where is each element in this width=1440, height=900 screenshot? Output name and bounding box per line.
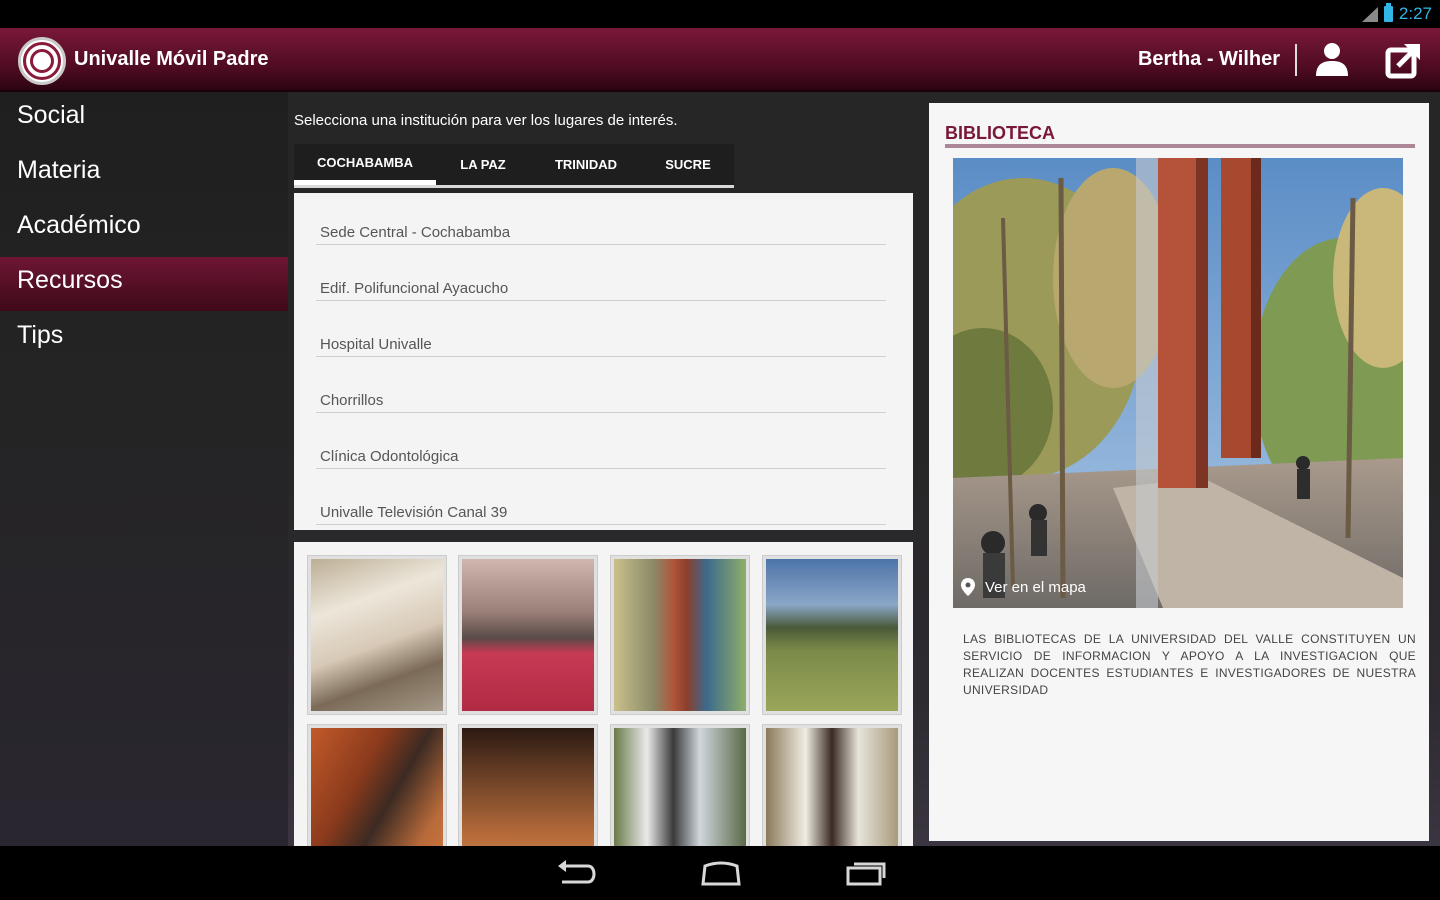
library-photo (953, 158, 1403, 608)
gallery-thumb[interactable] (763, 725, 901, 846)
place-detail-card: BIBLIOTECA Ver en el mapa LAS BIBLIOTECA… (929, 103, 1429, 841)
detail-description: LAS BIBLIOTECAS DE LA UNIVERSIDAD DEL VA… (963, 632, 1416, 697)
tab-la-paz[interactable]: LA PAZ (436, 144, 530, 185)
recent-apps-icon[interactable] (842, 858, 890, 888)
sidebar: Social Materia Académico Recursos Tips (0, 92, 288, 846)
gallery-thumb[interactable] (763, 556, 901, 714)
tab-cochabamba[interactable]: COCHABAMBA (294, 144, 436, 185)
gallery-thumb[interactable] (611, 556, 749, 714)
city-tabs: COCHABAMBA LA PAZ TRINIDAD SUCRE (294, 144, 734, 188)
univalle-logo[interactable] (18, 37, 66, 85)
status-bar: 2:27 (0, 0, 1440, 28)
list-item[interactable]: Univalle Televisión Canal 39 (316, 469, 886, 525)
gallery-thumb[interactable] (611, 725, 749, 846)
app-title: Univalle Móvil Padre (74, 48, 269, 70)
list-item[interactable]: Edif. Polifuncional Ayacucho (316, 245, 886, 301)
sidebar-item-social[interactable]: Social (0, 92, 288, 146)
list-item[interactable]: Sede Central - Cochabamba (316, 193, 886, 245)
home-icon[interactable] (697, 858, 745, 888)
detail-title: BIBLIOTECA (945, 123, 1055, 143)
gallery-thumb[interactable] (308, 725, 446, 846)
toolbar-divider (1295, 44, 1297, 76)
exit-app-icon[interactable] (1384, 40, 1424, 80)
place-photo: Ver en el mapa (953, 158, 1403, 608)
back-icon[interactable] (554, 858, 602, 888)
person-icon[interactable] (1312, 40, 1352, 80)
status-time: 2:27 (1398, 4, 1432, 23)
user-name: Bertha - Wilher (1137, 48, 1280, 70)
list-item[interactable]: Clínica Odontológica (316, 413, 886, 469)
places-list[interactable]: Sede Central - Cochabamba Edif. Polifunc… (294, 193, 913, 530)
sidebar-item-recursos[interactable]: Recursos (0, 257, 288, 311)
instruction-text: Selecciona una institución para ver los … (294, 112, 678, 129)
tab-trinidad[interactable]: TRINIDAD (530, 144, 642, 185)
title-underline (945, 144, 1415, 148)
photo-gallery (294, 542, 913, 846)
gallery-thumb[interactable] (459, 725, 597, 846)
view-on-map-link[interactable]: Ver en el mapa (961, 578, 1086, 596)
map-link-label: Ver en el mapa (985, 578, 1086, 596)
battery-icon (1383, 3, 1393, 22)
system-nav-bar (0, 846, 1440, 900)
location-pin-icon (961, 578, 975, 596)
gallery-thumb[interactable] (308, 556, 446, 714)
gallery-thumb[interactable] (459, 556, 597, 714)
wifi-signal-icon (1360, 6, 1378, 22)
sidebar-item-tips[interactable]: Tips (0, 312, 288, 366)
app-bar: Univalle Móvil Padre Bertha - Wilher (0, 28, 1440, 92)
main-area: Social Materia Académico Recursos Tips S… (0, 92, 1440, 846)
list-item[interactable]: Chorrillos (316, 357, 886, 413)
tab-sucre[interactable]: SUCRE (642, 144, 734, 185)
sidebar-item-academico[interactable]: Académico (0, 202, 288, 256)
sidebar-item-materia[interactable]: Materia (0, 147, 288, 201)
list-item[interactable]: Hospital Univalle (316, 301, 886, 357)
